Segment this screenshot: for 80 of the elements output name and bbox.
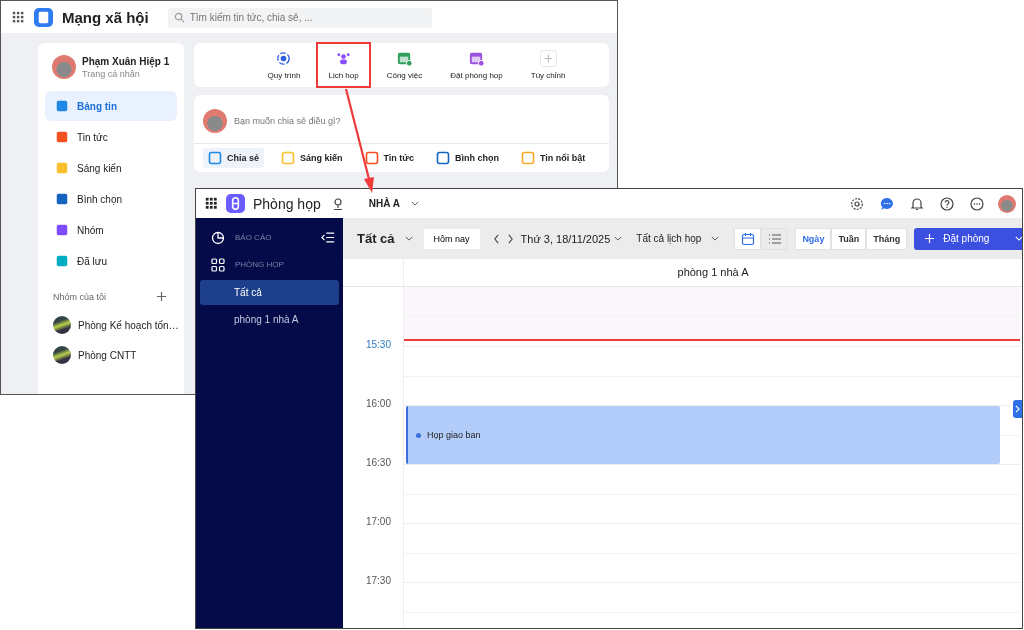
- range-tab[interactable]: Ngày: [795, 227, 832, 250]
- apps-grid-icon[interactable]: [205, 197, 218, 210]
- shortcut-item[interactable]: Công việc: [374, 42, 435, 88]
- plus-icon: [924, 233, 936, 244]
- section-title: PHÒNG HỌP: [235, 260, 285, 269]
- group-avatar: [53, 316, 71, 334]
- post-action[interactable]: Sáng kiến: [276, 148, 348, 168]
- nav-item[interactable]: Tin tức: [45, 122, 177, 152]
- event-title: Họp giao ban: [427, 430, 481, 440]
- section-title: Nhóm của tôi: [53, 291, 107, 302]
- help-icon[interactable]: [940, 196, 954, 211]
- booking-icon: [468, 50, 485, 67]
- group-name[interactable]: Phòng CNTT: [78, 349, 137, 361]
- room-item[interactable]: phòng 1 nhà A: [200, 307, 339, 332]
- post-action[interactable]: Tin tức: [359, 148, 419, 168]
- apps-grid-icon[interactable]: [12, 10, 25, 24]
- nav-item[interactable]: Bảng tin: [45, 91, 177, 121]
- time-label: 17:30: [365, 575, 391, 586]
- calendar-filter-dropdown[interactable]: Tất cả lịch họp: [636, 233, 720, 244]
- range-tab[interactable]: Tuần: [831, 227, 867, 250]
- chat-icon[interactable]: [880, 196, 894, 211]
- post-action[interactable]: Bình chọn: [430, 148, 504, 168]
- date-picker[interactable]: Thứ 3, 18/11/2025: [520, 232, 623, 245]
- pie-chart-icon: [211, 230, 225, 245]
- group-avatar: [53, 346, 71, 364]
- avatar[interactable]: [52, 55, 76, 79]
- add-icon: [539, 50, 557, 67]
- expand-tab[interactable]: [1013, 400, 1022, 418]
- app-logo-icon: [226, 194, 245, 213]
- time-label: 16:30: [365, 457, 391, 468]
- next-icon[interactable]: [506, 233, 514, 244]
- shortcut-item[interactable]: Lịch họp: [316, 42, 371, 88]
- time-label: 17:00: [365, 516, 391, 527]
- today-button[interactable]: Hôm nay: [423, 228, 480, 249]
- range-tab[interactable]: Tháng: [866, 227, 908, 250]
- grid-icon: [211, 257, 225, 272]
- list-icon: [767, 231, 782, 246]
- process-icon: [275, 50, 293, 67]
- calendar-view-button[interactable]: [734, 227, 762, 250]
- bell-icon[interactable]: [910, 196, 924, 211]
- chevron-down-icon: [404, 236, 413, 241]
- calendar-icon: [740, 231, 755, 246]
- column-header: phòng 1 nhà A: [676, 265, 750, 280]
- app-title: Mạng xã hội: [62, 8, 149, 26]
- search-field[interactable]: Tìm kiếm tin tức, chia sẻ, ...: [167, 7, 432, 28]
- post-action[interactable]: Chia sẻ: [203, 148, 264, 168]
- settings-icon[interactable]: [850, 196, 864, 211]
- group-name[interactable]: Phòng Kế hoạch tốn…: [78, 319, 179, 331]
- meeting-icon: [335, 50, 353, 67]
- previous-icon[interactable]: [492, 233, 500, 244]
- meeting-event[interactable]: Họp giao ban: [406, 406, 1000, 464]
- collapse-menu-icon[interactable]: [321, 232, 335, 243]
- profile-name[interactable]: Phạm Xuân Hiệp 1: [82, 55, 170, 67]
- profile-link[interactable]: Trang cá nhân: [82, 68, 170, 79]
- chevron-right-icon: [1015, 405, 1020, 413]
- task-icon: [395, 50, 413, 67]
- shortcut-item[interactable]: Quy trình: [255, 42, 313, 88]
- nav-item[interactable]: Sáng kiến: [45, 153, 177, 183]
- building-dropdown[interactable]: NHÀ A: [368, 198, 420, 209]
- book-room-button[interactable]: Đặt phòng: [914, 227, 1022, 250]
- filter-dropdown[interactable]: Tất cả: [357, 231, 413, 246]
- section-title: BÁO CÁO: [235, 233, 273, 242]
- app-title: Phòng họp: [253, 195, 321, 212]
- nav-item[interactable]: Đã lưu: [45, 246, 177, 276]
- avatar[interactable]: [998, 194, 1016, 213]
- time-label: 16:00: [365, 398, 391, 409]
- avatar: [203, 109, 227, 133]
- plus-icon[interactable]: [156, 291, 167, 302]
- chevron-down-icon: [411, 201, 420, 206]
- shortcut-item[interactable]: Đặt phòng họp: [438, 42, 515, 88]
- nav-item[interactable]: Nhóm: [45, 215, 177, 245]
- app-logo-icon: [34, 7, 53, 27]
- chevron-down-icon: [614, 236, 623, 241]
- chevron-down-icon: [711, 236, 720, 241]
- nav-item[interactable]: Bình chọn: [45, 184, 177, 214]
- time-label: 15:30: [365, 339, 391, 350]
- post-action[interactable]: Tin nổi bật: [515, 148, 591, 168]
- room-item[interactable]: Tất cả: [200, 280, 339, 305]
- more-icon[interactable]: [970, 196, 984, 211]
- shortcut-item[interactable]: Tùy chỉnh: [518, 42, 578, 88]
